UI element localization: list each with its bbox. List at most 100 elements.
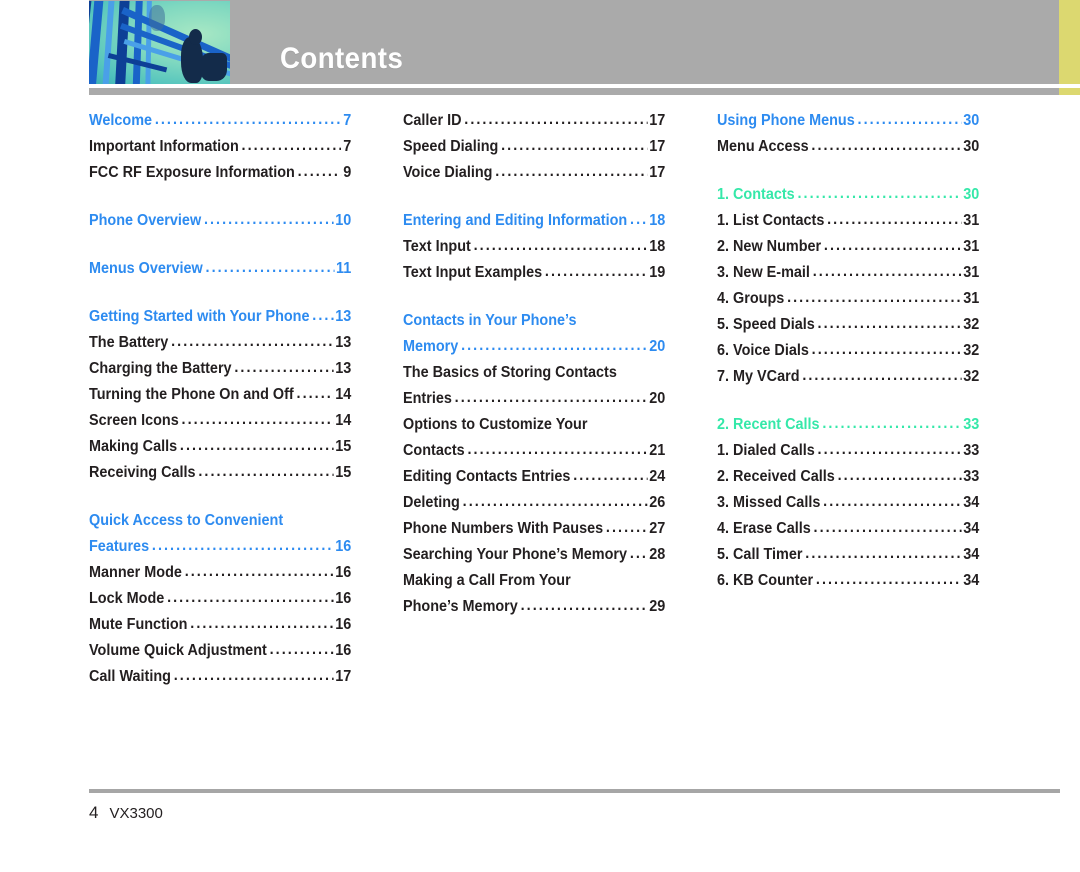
toc-entry[interactable]: Lock Mode...............................… [89, 586, 351, 612]
toc-leader-dots: ........................................… [181, 411, 334, 428]
toc-entry[interactable]: 2. Received Calls.......................… [717, 464, 979, 490]
toc-leader-dots: ........................................… [787, 289, 961, 306]
toc-entry[interactable]: 4. Erase Calls..........................… [717, 516, 979, 542]
toc-entry-label: FCC RF Exposure Information [89, 164, 295, 181]
toc-entry-label: Quick Access to Convenient [89, 512, 284, 529]
toc-entry[interactable]: Making Calls............................… [89, 434, 351, 460]
toc-column-3: Using Phone Menus.......................… [717, 108, 999, 690]
toc-leader-dots: ........................................… [173, 667, 334, 684]
toc-entry[interactable]: Caller ID...............................… [403, 108, 665, 134]
toc-page-number: 34 [963, 572, 980, 589]
toc-entry[interactable]: 5. Speed Dials..........................… [717, 312, 979, 338]
toc-leader-dots: ........................................… [495, 163, 648, 180]
toc-leader-dots: ........................................… [296, 385, 334, 402]
toc-entry[interactable]: 6. KB Counter...........................… [717, 568, 979, 594]
toc-entry[interactable]: 7. My VCard.............................… [717, 364, 979, 390]
toc-page-number: 32 [963, 342, 980, 359]
toc-entry[interactable]: Searching Your Phone’s Memory...........… [403, 542, 665, 568]
toc-entry[interactable]: Volume Quick Adjustment.................… [89, 638, 351, 664]
toc-entry[interactable]: 1. Dialed Calls.........................… [717, 438, 979, 464]
toc-entry[interactable]: Memory..................................… [403, 334, 665, 360]
toc-entry[interactable]: Mute Function...........................… [89, 612, 351, 638]
toc-entry-label: Receiving Calls [89, 464, 196, 481]
toc-entry[interactable]: Call Waiting............................… [89, 664, 351, 690]
toc-leader-dots: ........................................… [520, 597, 648, 614]
toc-leader-dots: ........................................… [154, 111, 342, 128]
toc-entry[interactable]: Entries.................................… [403, 386, 665, 412]
toc-entry[interactable]: The Basics of Storing Contacts [403, 360, 665, 386]
toc-entry[interactable]: FCC RF Exposure Information.............… [89, 160, 351, 186]
toc-entry[interactable]: 5. Call Timer...........................… [717, 542, 979, 568]
toc-entry-label: Lock Mode [89, 590, 165, 607]
toc-entry[interactable]: Welcome.................................… [89, 108, 351, 134]
toc-entry[interactable]: Manner Mode.............................… [89, 560, 351, 586]
toc-entry-label: Contacts [403, 442, 465, 459]
page-header: Contents [89, 0, 1059, 86]
toc-entry[interactable]: Entering and Editing Information........… [403, 208, 665, 234]
toc-entry[interactable]: The Battery.............................… [89, 330, 351, 356]
toc-entry[interactable]: 4. Groups...............................… [717, 286, 979, 312]
toc-page-number: 10 [335, 212, 352, 229]
toc-entry[interactable]: Turning the Phone On and Off............… [89, 382, 351, 408]
toc-entry[interactable]: Receiving Calls.........................… [89, 460, 351, 486]
toc-page-number: 17 [649, 138, 666, 155]
toc-spacer [717, 160, 999, 182]
toc-entry[interactable]: Screen Icons............................… [89, 408, 351, 434]
toc-entry[interactable]: Charging the Battery....................… [89, 356, 351, 382]
toc-entry[interactable]: Phone Overview..........................… [89, 208, 351, 234]
toc-page-number: 31 [963, 212, 980, 229]
toc-entry[interactable]: Menus Overview..........................… [89, 256, 351, 282]
toc-entry-label: Getting Started with Your Phone [89, 308, 310, 325]
toc-entry[interactable]: Phone Numbers With Pauses...............… [403, 516, 665, 542]
toc-entry[interactable]: 1. Contacts.............................… [717, 182, 979, 208]
toc-entry[interactable]: Deleting................................… [403, 490, 665, 516]
toc-entry[interactable]: 6. Voice Dials..........................… [717, 338, 979, 364]
toc-entry-label: Volume Quick Adjustment [89, 642, 267, 659]
toc-entry[interactable]: Menu Access.............................… [717, 134, 979, 160]
toc-entry[interactable]: Contacts................................… [403, 438, 665, 464]
toc-entry[interactable]: Important Information...................… [89, 134, 351, 160]
toc-entry[interactable]: 3. Missed Calls.........................… [717, 490, 979, 516]
toc-page-number: 31 [963, 238, 980, 255]
toc-page-number: 9 [343, 164, 352, 181]
toc-leader-dots: ........................................… [837, 467, 962, 484]
toc-entry[interactable]: Options to Customize Your [403, 412, 665, 438]
toc-entry[interactable]: Voice Dialing...........................… [403, 160, 665, 186]
toc-entry[interactable]: 2. New Number...........................… [717, 234, 979, 260]
toc-entry[interactable]: 2. Recent Calls.........................… [717, 412, 979, 438]
toc-entry-label: 5. Call Timer [717, 546, 803, 563]
toc-leader-dots: ........................................… [501, 137, 647, 154]
photo-figure-head [189, 29, 202, 45]
toc-entry[interactable]: 3. New E-mail...........................… [717, 260, 979, 286]
toc-entry[interactable]: 1. List Contacts........................… [717, 208, 979, 234]
toc-leader-dots: ........................................… [454, 389, 648, 406]
toc-entry[interactable]: Phone’s Memory..........................… [403, 594, 665, 620]
toc-entry-label: Caller ID [403, 112, 462, 129]
toc-page-number: 18 [649, 238, 666, 255]
toc-entry-label: 4. Groups [717, 290, 785, 307]
toc-entry-label: Editing Contacts Entries [403, 468, 571, 485]
toc-page-number: 34 [963, 494, 980, 511]
toc-entry[interactable]: Text Input Examples.....................… [403, 260, 665, 286]
toc-leader-dots: ........................................… [823, 237, 962, 254]
toc-entry[interactable]: Using Phone Menus.......................… [717, 108, 979, 134]
toc-entry[interactable]: Text Input..............................… [403, 234, 665, 260]
toc-page-number: 32 [963, 316, 980, 333]
toc-page-number: 13 [335, 360, 352, 377]
toc-entry[interactable]: Contacts in Your Phone’s [403, 308, 665, 334]
toc-entry[interactable]: Getting Started with Your Phone.........… [89, 304, 351, 330]
toc-entry[interactable]: Quick Access to Convenient [89, 508, 351, 534]
toc-page-number: 13 [335, 308, 352, 325]
toc-leader-dots: ........................................… [544, 263, 648, 280]
toc-entry-label: Searching Your Phone’s Memory [403, 546, 628, 563]
toc-entry[interactable]: Speed Dialing...........................… [403, 134, 665, 160]
toc-column-1: Welcome.................................… [89, 108, 371, 690]
toc-entry[interactable]: Editing Contacts Entries................… [403, 464, 665, 490]
toc-entry[interactable]: Features................................… [89, 534, 351, 560]
table-of-contents: Welcome.................................… [89, 108, 1059, 690]
toc-page-number: 24 [649, 468, 666, 485]
toc-entry[interactable]: Making a Call From Your [403, 568, 665, 594]
header-accent-strip [1059, 0, 1080, 84]
toc-page-number: 30 [963, 138, 980, 155]
toc-entry-label: Mute Function [89, 616, 188, 633]
